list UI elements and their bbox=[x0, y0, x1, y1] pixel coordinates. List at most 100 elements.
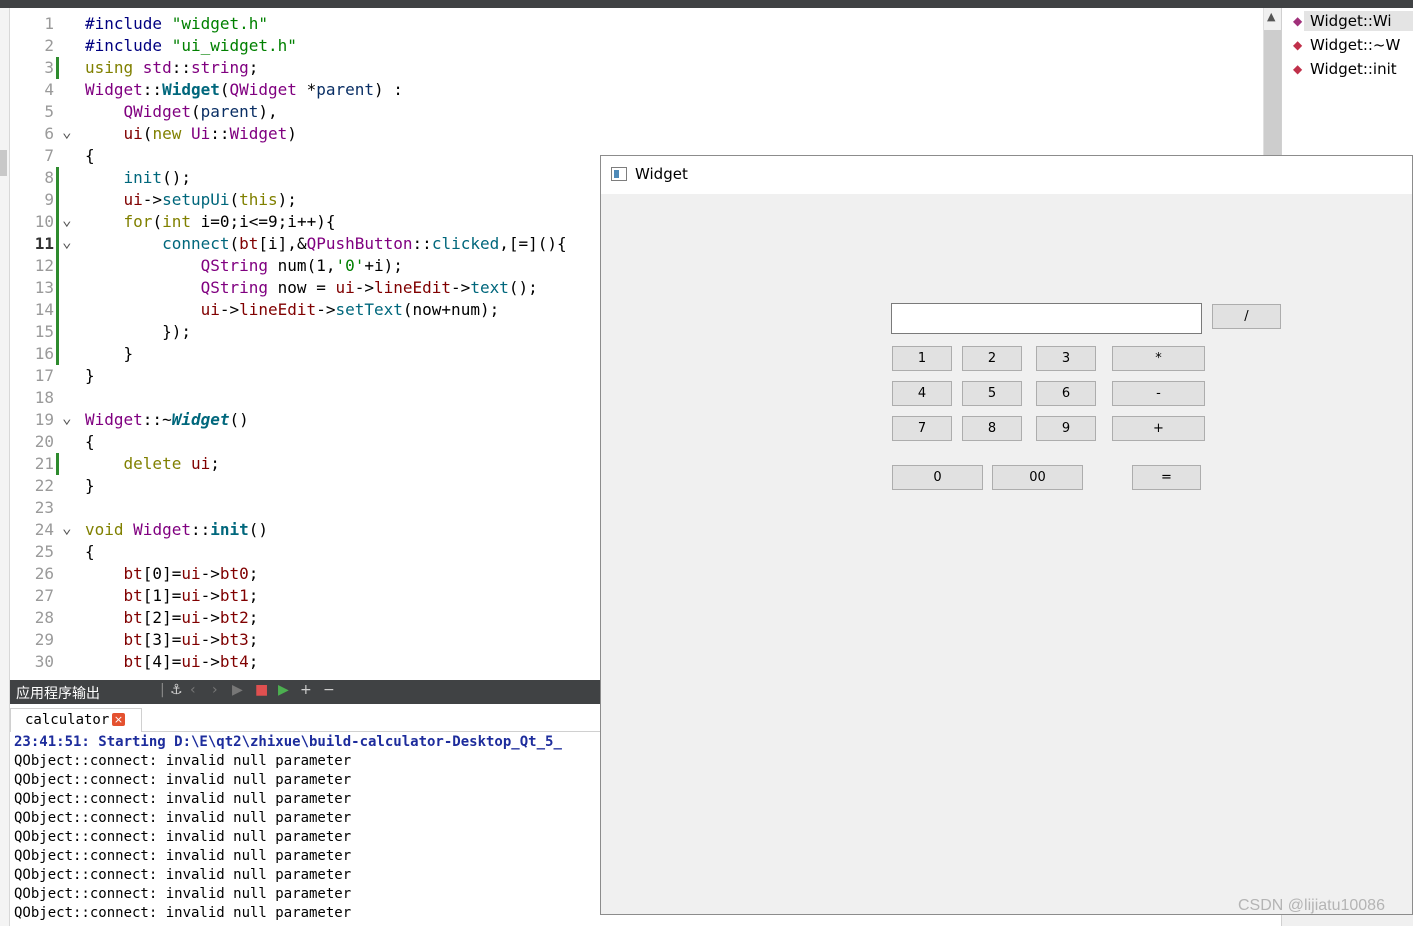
code-token: Widget bbox=[162, 80, 220, 99]
run-icon[interactable]: ▶ bbox=[232, 682, 243, 698]
outline-item-init[interactable]: Widget::init bbox=[1310, 60, 1397, 78]
debug-run-icon[interactable]: ▶ bbox=[278, 682, 289, 698]
stop-icon[interactable]: ■ bbox=[255, 682, 268, 698]
code-token: using bbox=[85, 58, 143, 77]
fold-chevron-icon[interactable]: ⌄ bbox=[62, 211, 72, 229]
code-line: ui(new Ui::Widget) bbox=[85, 123, 297, 145]
code-token: ( bbox=[229, 190, 240, 209]
code-line: void Widget::init() bbox=[85, 519, 268, 541]
digit-8-button[interactable]: 8 bbox=[962, 416, 1022, 441]
divide-button[interactable]: / bbox=[1212, 304, 1281, 329]
line-number: 3 bbox=[44, 58, 54, 77]
code-token: -> bbox=[451, 278, 471, 297]
code-token: { bbox=[85, 146, 95, 165]
window-title: Widget bbox=[635, 165, 688, 183]
code-line: } bbox=[85, 343, 134, 365]
editor-toolbar bbox=[0, 0, 1413, 8]
fold-chevron-icon[interactable]: ⌄ bbox=[62, 233, 72, 251]
code-token: (); bbox=[508, 278, 538, 297]
remove-icon[interactable]: − bbox=[323, 682, 335, 698]
digit-4-button[interactable]: 4 bbox=[892, 381, 952, 406]
minus-button[interactable]: - bbox=[1112, 381, 1205, 406]
scrollbar-thumb[interactable] bbox=[1264, 30, 1281, 170]
code-line: bt[0]=ui->bt0; bbox=[85, 563, 259, 585]
code-token: string bbox=[190, 58, 249, 77]
line-number: 30 bbox=[34, 652, 54, 671]
line-number: 28 bbox=[34, 608, 54, 627]
scroll-up-icon[interactable]: ▲ bbox=[1267, 10, 1275, 23]
attach-icon[interactable]: ⚓ bbox=[170, 682, 183, 698]
code-token: bt bbox=[123, 586, 143, 605]
code-token: [2]= bbox=[142, 608, 182, 627]
close-icon[interactable]: × bbox=[112, 713, 125, 726]
code-token: init bbox=[123, 168, 163, 187]
digit-6-button[interactable]: 6 bbox=[1036, 381, 1096, 406]
change-marker bbox=[56, 167, 59, 365]
plus-button[interactable]: + bbox=[1112, 416, 1205, 441]
digit-7-button[interactable]: 7 bbox=[892, 416, 952, 441]
code-token: i=0;i<=9;i++){ bbox=[200, 212, 336, 231]
code-line: QString now = ui->lineEdit->text(); bbox=[85, 277, 538, 299]
code-token: } bbox=[85, 344, 134, 363]
outline-item-destructor[interactable]: Widget::~W bbox=[1310, 36, 1400, 54]
code-token: setText bbox=[335, 300, 403, 319]
code-token: lineEdit bbox=[373, 278, 452, 297]
code-token: clicked bbox=[431, 234, 500, 253]
window-titlebar[interactable]: Widget bbox=[601, 156, 1412, 194]
tab-label: calculator bbox=[25, 712, 110, 728]
code-token: ui bbox=[181, 564, 201, 583]
outline-item-constructor[interactable]: Widget::Wi bbox=[1310, 12, 1392, 30]
equals-button[interactable]: = bbox=[1132, 465, 1201, 490]
line-number: 25 bbox=[34, 542, 54, 561]
line-number: 13 bbox=[34, 278, 54, 297]
code-token: (); bbox=[162, 168, 191, 187]
next-icon[interactable]: › bbox=[212, 682, 218, 698]
line-number: 16 bbox=[34, 344, 54, 363]
code-token: bt bbox=[123, 608, 143, 627]
line-number: 8 bbox=[44, 168, 54, 187]
code-token: -> bbox=[200, 564, 220, 583]
digit-9-button[interactable]: 9 bbox=[1036, 416, 1096, 441]
line-number: 15 bbox=[34, 322, 54, 341]
output-pane-title: 应用程序输出 bbox=[16, 686, 100, 702]
digit-1-button[interactable]: 1 bbox=[892, 346, 952, 371]
code-line: bt[1]=ui->bt1; bbox=[85, 585, 259, 607]
app-icon bbox=[611, 167, 627, 181]
log-line: QObject::connect: invalid null parameter bbox=[14, 848, 352, 864]
fold-chevron-icon[interactable]: ⌄ bbox=[62, 519, 72, 537]
code-token: () bbox=[229, 410, 249, 429]
code-token: num bbox=[277, 256, 307, 275]
locked-diamond-icon: ◆ bbox=[1293, 62, 1303, 76]
digit-3-button[interactable]: 3 bbox=[1036, 346, 1096, 371]
code-token: parent bbox=[200, 102, 259, 121]
code-token: bt bbox=[239, 234, 259, 253]
code-token: ; bbox=[210, 454, 220, 473]
code-line: ui->lineEdit->setText(now+num); bbox=[85, 299, 500, 321]
digit-5-button[interactable]: 5 bbox=[962, 381, 1022, 406]
code-line: bt[3]=ui->bt3; bbox=[85, 629, 259, 651]
code-token: int bbox=[162, 212, 201, 231]
digit-2-button[interactable]: 2 bbox=[962, 346, 1022, 371]
code-token: ), bbox=[258, 102, 278, 121]
multiply-button[interactable]: * bbox=[1112, 346, 1205, 371]
tab-calculator[interactable]: calculator × bbox=[10, 708, 142, 732]
code-token: Widget bbox=[171, 410, 230, 429]
code-token: void bbox=[85, 520, 134, 539]
code-line: QWidget(parent), bbox=[85, 101, 278, 123]
log-line: QObject::connect: invalid null parameter bbox=[14, 886, 352, 902]
prev-icon[interactable]: ‹ bbox=[190, 682, 196, 698]
line-number: 18 bbox=[34, 388, 54, 407]
add-icon[interactable]: + bbox=[300, 682, 312, 698]
log-line: QObject::connect: invalid null parameter bbox=[14, 867, 352, 883]
code-token: -> bbox=[316, 300, 336, 319]
display-input[interactable] bbox=[891, 303, 1202, 334]
fold-chevron-icon[interactable]: ⌄ bbox=[62, 123, 72, 141]
code-token: ( bbox=[219, 80, 230, 99]
fold-chevron-icon[interactable]: ⌄ bbox=[62, 409, 72, 427]
code-token: +i); bbox=[364, 256, 403, 275]
digit-0-button[interactable]: 0 bbox=[892, 465, 983, 490]
double-zero-button[interactable]: 00 bbox=[992, 465, 1083, 490]
